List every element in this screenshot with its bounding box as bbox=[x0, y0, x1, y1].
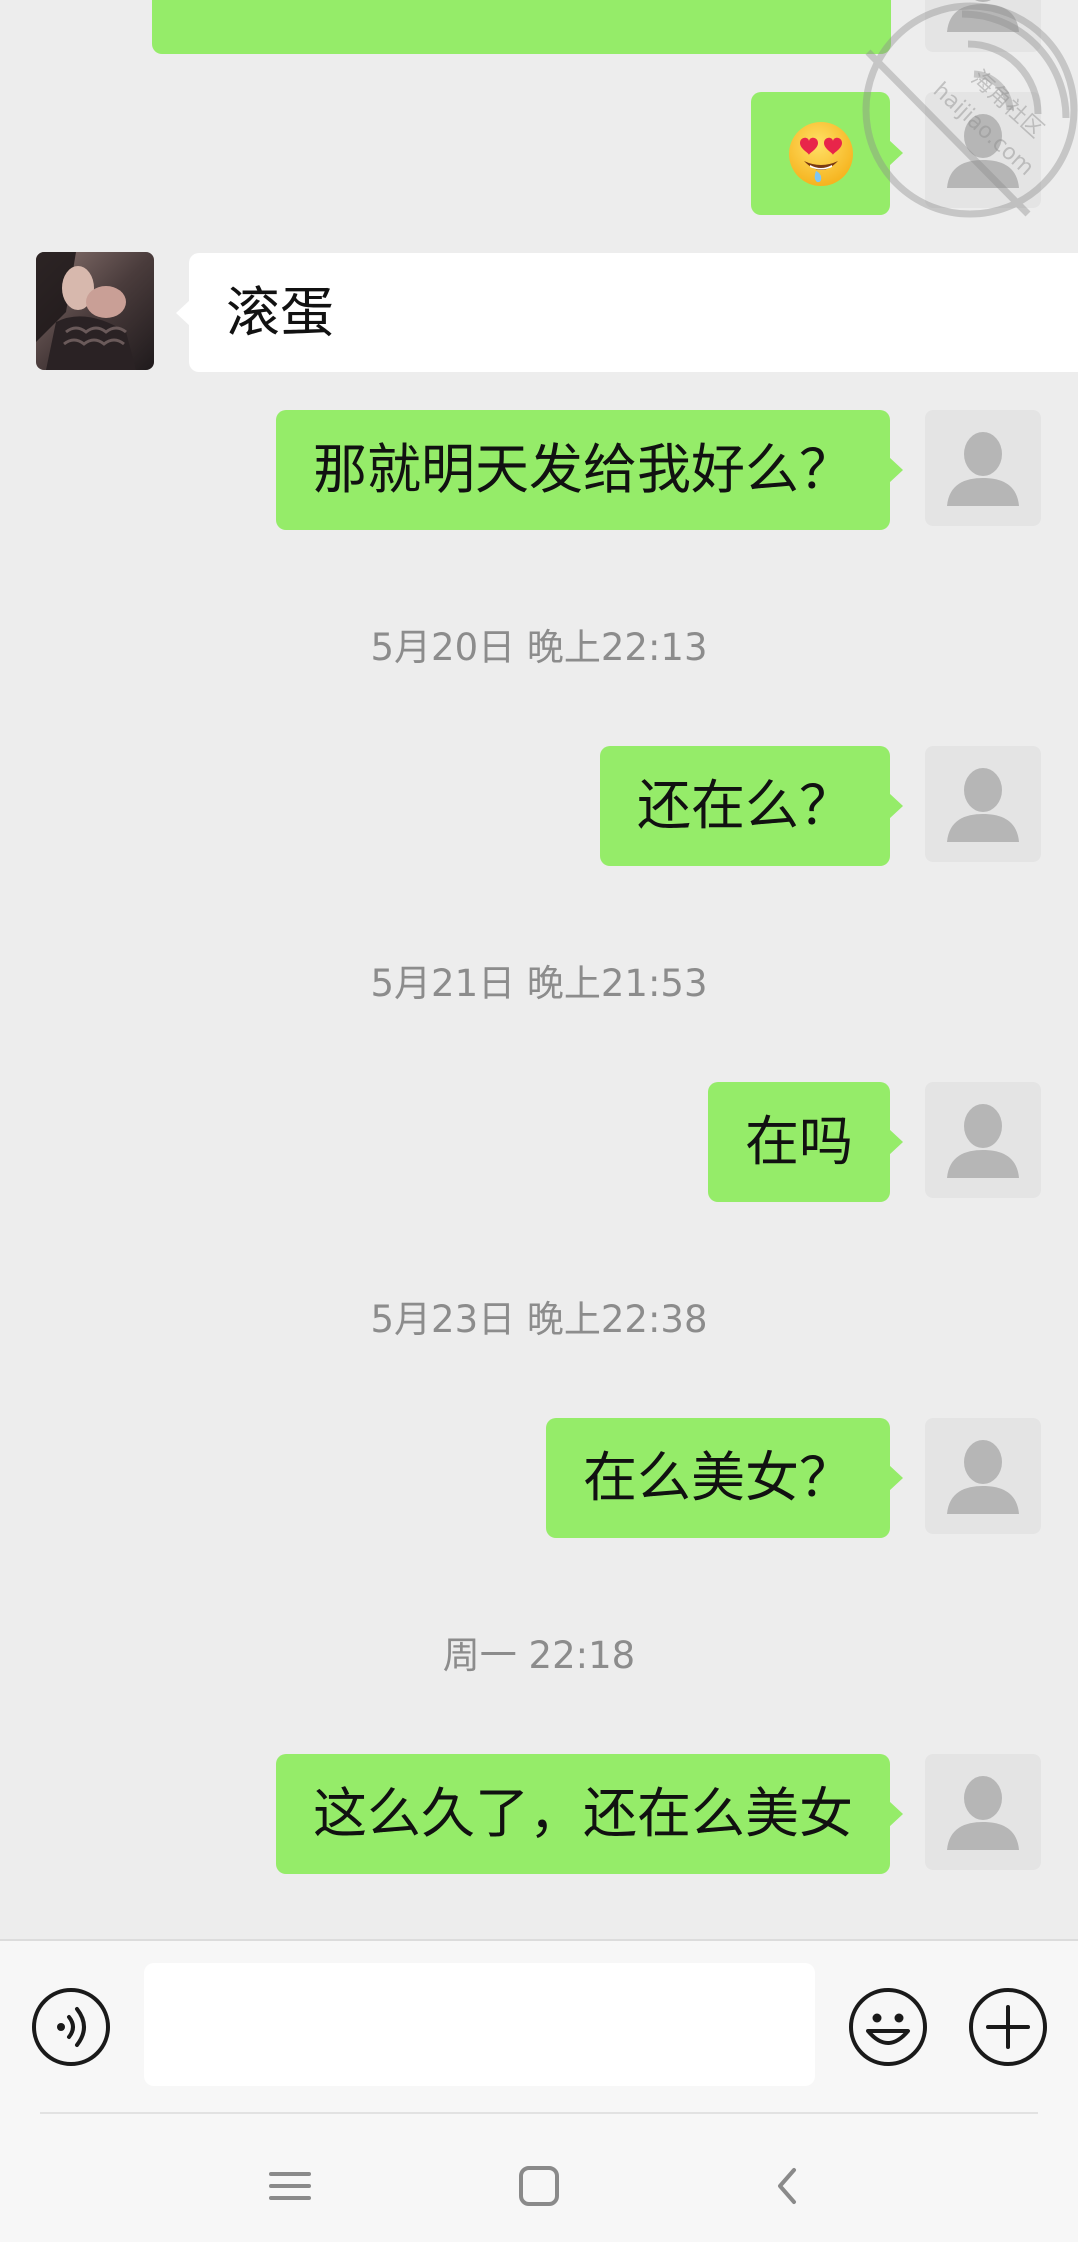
sent-message-bubble[interactable]: 在么美女？ bbox=[546, 1418, 903, 1538]
divider bbox=[40, 2112, 1038, 2114]
received-message-bubble[interactable]: 滚蛋 bbox=[176, 253, 1078, 372]
default-avatar-icon bbox=[925, 410, 1041, 526]
contact-avatar[interactable] bbox=[36, 252, 154, 370]
watermark: 海角社区 haijiao.com bbox=[862, 2, 1078, 218]
my-avatar[interactable] bbox=[925, 410, 1041, 526]
timestamp: 5月23日 晚上22:38 bbox=[370, 1298, 708, 1341]
home-icon[interactable] bbox=[509, 2156, 569, 2216]
timestamp: 5月20日 晚上22:13 bbox=[370, 626, 708, 669]
my-avatar[interactable] bbox=[925, 1082, 1041, 1198]
my-avatar[interactable] bbox=[925, 1418, 1041, 1534]
my-avatar[interactable] bbox=[925, 746, 1041, 862]
message-bubble-partial[interactable] bbox=[152, 0, 891, 54]
message-row: 还在么？ bbox=[600, 746, 1041, 866]
default-avatar-icon bbox=[925, 1082, 1041, 1198]
emoji-icon[interactable] bbox=[848, 1987, 928, 2067]
message-input[interactable] bbox=[144, 1963, 815, 2086]
my-avatar[interactable] bbox=[925, 1754, 1041, 1870]
chat-area: 滚蛋 那就明天发给我好么？ 5月20日 晚上22:13 还在么？ 5月21日 晚… bbox=[0, 0, 1078, 1939]
message-row: 在么美女？ bbox=[546, 1418, 1041, 1538]
back-icon[interactable] bbox=[758, 2156, 818, 2216]
message-row: 这么久了，还在么美女 bbox=[276, 1754, 1041, 1874]
plus-icon[interactable] bbox=[968, 1987, 1048, 2067]
sent-message-bubble[interactable]: 在吗 bbox=[708, 1082, 903, 1202]
menu-icon[interactable] bbox=[260, 2156, 320, 2216]
sent-message-bubble[interactable]: 这么久了，还在么美女 bbox=[276, 1754, 903, 1874]
timestamp: 周一 22:18 bbox=[442, 1634, 636, 1677]
contact-photo-avatar bbox=[36, 252, 154, 370]
message-row: 那就明天发给我好么？ bbox=[276, 410, 1041, 530]
default-avatar-icon bbox=[925, 1754, 1041, 1870]
default-avatar-icon bbox=[925, 746, 1041, 862]
voice-icon[interactable] bbox=[31, 1987, 111, 2067]
default-avatar-icon bbox=[925, 1418, 1041, 1534]
timestamp: 5月21日 晚上21:53 bbox=[370, 962, 708, 1005]
message-row: 在吗 bbox=[708, 1082, 1041, 1202]
input-bar bbox=[0, 1939, 1078, 2242]
sent-message-bubble[interactable]: 还在么？ bbox=[600, 746, 903, 866]
sent-message-bubble[interactable]: 那就明天发给我好么？ bbox=[276, 410, 903, 530]
heart-eyes-drool-emoji bbox=[788, 121, 853, 186]
